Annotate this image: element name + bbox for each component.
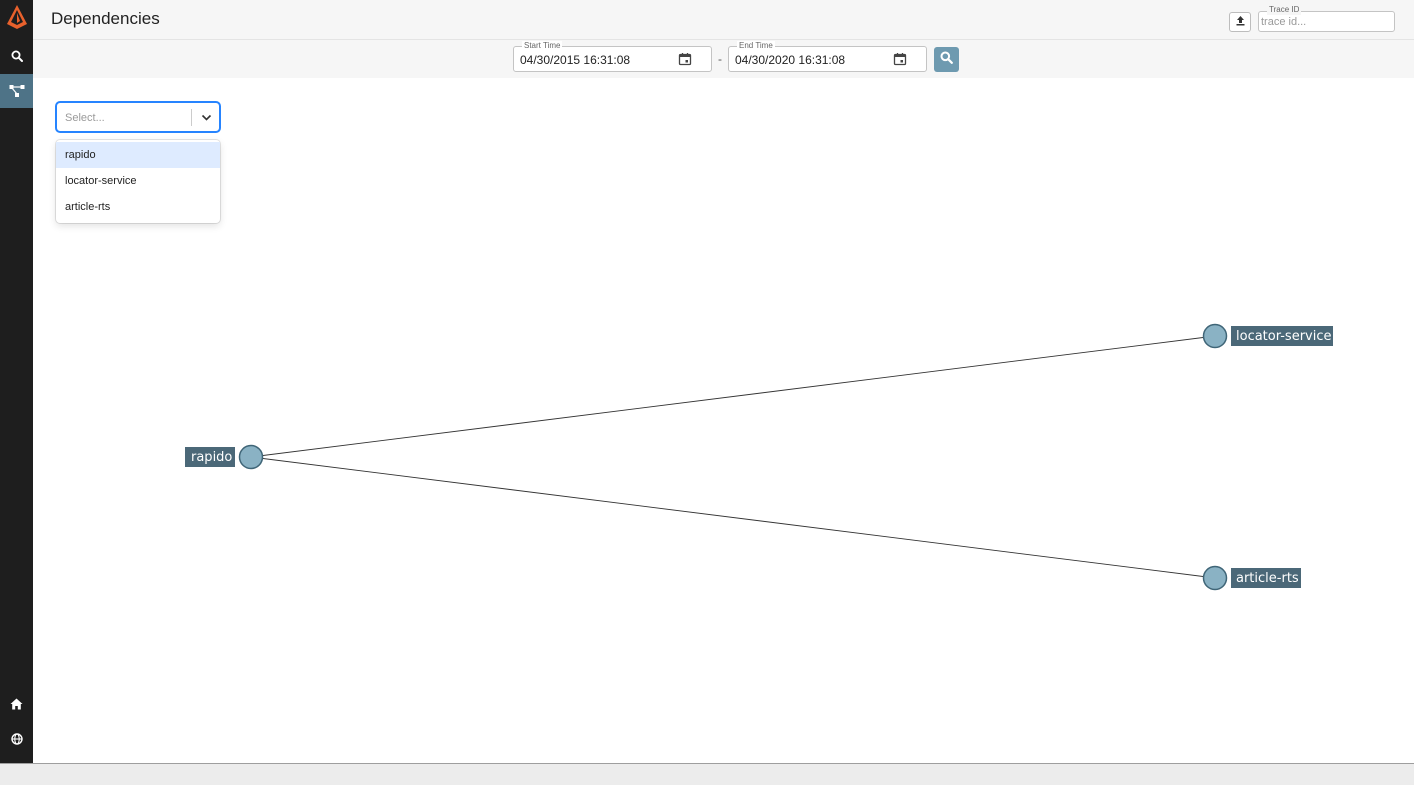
graph-node-locator-service[interactable]: locator-service (1202, 323, 1334, 349)
node-circle[interactable] (1202, 323, 1228, 349)
service-select-menu: rapido locator-service article-rts (56, 140, 220, 223)
bottom-strip (0, 763, 1414, 785)
select-divider (191, 109, 192, 126)
service-select[interactable] (56, 102, 220, 132)
graph-edge (250, 456, 1216, 579)
select-option-article-rts[interactable]: article-rts (56, 194, 220, 220)
graph-node-article-rts[interactable]: article-rts (1202, 565, 1302, 591)
node-label: article-rts (1236, 571, 1299, 586)
graph-edge (250, 335, 1216, 458)
node-circle[interactable] (1202, 565, 1228, 591)
node-label: locator-service (1236, 329, 1332, 344)
node-circle[interactable] (238, 444, 264, 470)
graph-node-rapido[interactable]: rapido (185, 444, 264, 470)
node-label: rapido (191, 450, 232, 465)
select-option-rapido[interactable]: rapido (56, 142, 220, 168)
select-option-locator-service[interactable]: locator-service (56, 168, 220, 194)
chevron-down-icon[interactable] (200, 111, 213, 129)
service-select-input[interactable] (65, 111, 185, 125)
